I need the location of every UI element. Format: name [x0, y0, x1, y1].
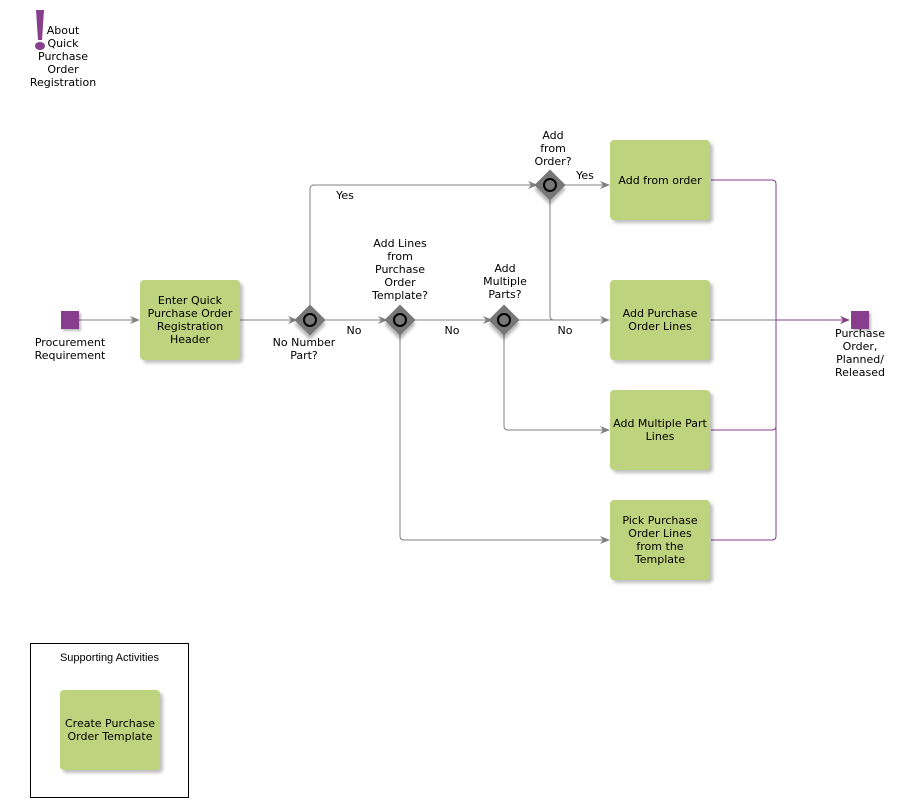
task-add-po-lines[interactable]: Add Purchase Order Lines [610, 280, 710, 360]
flow-gw3-multiple [503, 332, 610, 434]
gateway-circle-icon [393, 313, 407, 327]
flow-gw4-no [549, 197, 555, 321]
start-event[interactable] [61, 311, 79, 329]
task-add-from-order[interactable]: Add from order [610, 140, 710, 220]
gateway-add-from-order-label: Add from Order? [534, 129, 572, 168]
task-create-template-label: Create Purchase Order Template [65, 717, 155, 743]
task-add-from-order-label: Add from order [618, 173, 702, 187]
flow-multiple-out [711, 425, 777, 431]
end-event-label: Purchase Order, Planned/ Released [835, 327, 885, 379]
task-pick-po-lines-label: Pick Purchase Order Lines from the Templ… [622, 514, 698, 566]
gateway-circle-icon [543, 178, 557, 192]
flow-label-yes: Yes [336, 189, 354, 202]
gateway-circle-icon [303, 313, 317, 327]
flow-label-no: No [557, 324, 573, 337]
gateway-no-number-part[interactable] [294, 304, 326, 336]
gateway-circle-icon [497, 313, 511, 327]
flow-label-yes: Yes [576, 169, 594, 182]
task-add-multiple-part-lines[interactable]: Add Multiple Part Lines [610, 390, 710, 470]
about-label[interactable]: About Quick Purchase Order Registration [22, 24, 104, 89]
gateway-add-from-order[interactable] [534, 169, 566, 201]
task-enter-header[interactable]: Enter Quick Purchase Order Registration … [140, 280, 240, 360]
gateway-add-lines-template[interactable] [384, 304, 416, 336]
task-create-template[interactable]: Create Purchase Order Template [60, 690, 160, 770]
gateway-add-lines-template-label: Add Lines from Purchase Order Template? [371, 237, 429, 302]
task-add-po-lines-label: Add Purchase Order Lines [622, 307, 698, 333]
gateway-no-number-part-label: No Number Part? [272, 336, 336, 362]
flow-label-no: No [444, 324, 460, 337]
flow-label-no: No [346, 324, 362, 337]
gateway-add-multiple-parts-label: Add Multiple Parts? [483, 262, 527, 301]
task-enter-header-label: Enter Quick Purchase Order Registration … [147, 294, 233, 346]
supporting-activities-title: Supporting Activities [59, 652, 160, 664]
task-pick-po-lines[interactable]: Pick Purchase Order Lines from the Templ… [610, 500, 710, 580]
task-add-multiple-part-lines-label: Add Multiple Part Lines [613, 417, 707, 443]
start-event-label: Procurement Requirement [34, 336, 106, 362]
flow-addfromorder-out [711, 179, 777, 541]
gateway-add-multiple-parts[interactable] [488, 304, 520, 336]
